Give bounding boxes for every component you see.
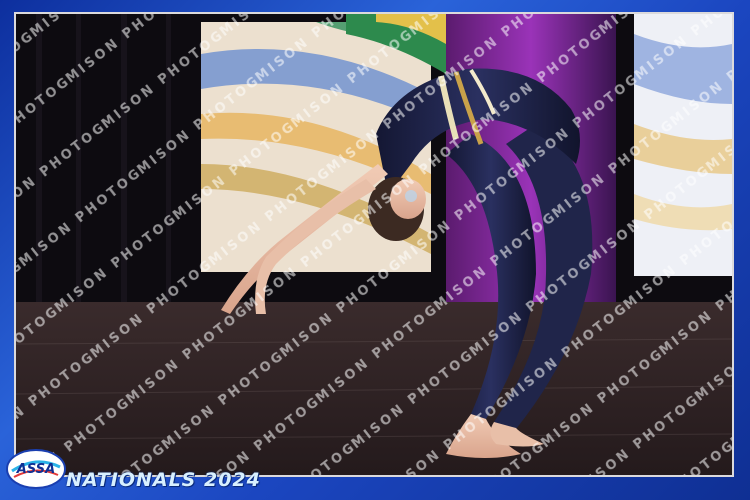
logo-text: ASSA: [16, 462, 55, 477]
photo-frame: MISON PHOTOGRAPHY ASSA NATIONALS 2024: [0, 0, 750, 500]
dance-scene: [16, 14, 732, 475]
stage-floor: [16, 302, 732, 475]
event-title: NATIONALS 2024: [66, 469, 261, 491]
assa-logo: ASSA: [6, 449, 66, 489]
dance-photo: MISON PHOTOGRAPHY: [14, 12, 734, 477]
stage-banner-right: [634, 14, 732, 276]
